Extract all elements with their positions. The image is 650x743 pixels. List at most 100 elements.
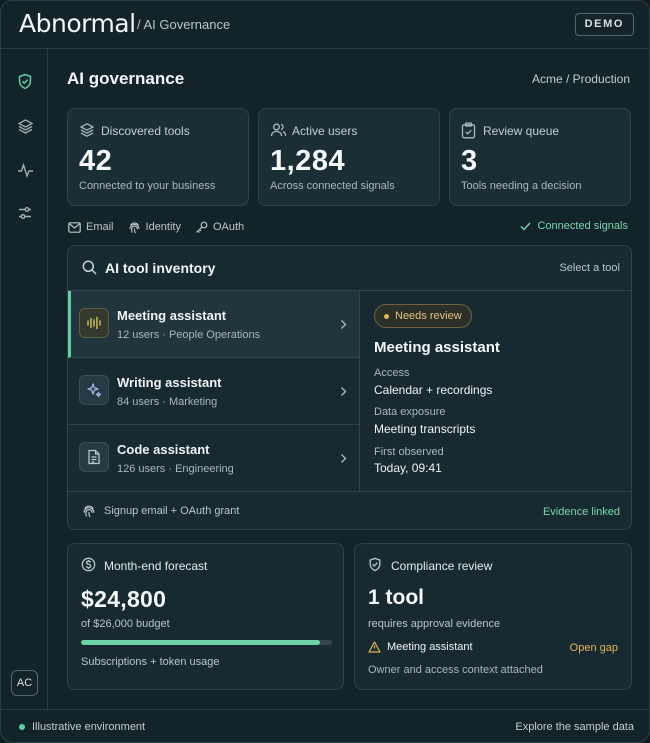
exposure-label: Data exposure (374, 406, 446, 418)
app-window: Abnormal / AI Governance DEMO AC AI gove… (0, 0, 650, 743)
signal-oauth: OAuth (195, 221, 244, 234)
evidence-source-label: Signup email + OAuth grant (104, 505, 240, 517)
budget-progress-fill (81, 640, 321, 645)
compliance-note: Owner and access context attached (368, 664, 543, 676)
stat-card-active-users[interactable]: Active users 1,284 Across connected sign… (258, 108, 440, 206)
needs-review-badge: Needs review (374, 304, 472, 328)
chevron-right-icon (340, 451, 347, 469)
tool-row-code-assistant[interactable]: Code assistant 126 users · Engineering (68, 425, 360, 492)
environment-label: Illustrative environment (32, 721, 146, 733)
breadcrumb: / AI Governance (137, 17, 231, 32)
ai-tool-inventory: AI tool inventory Select a tool Meeting … (67, 245, 632, 530)
stat-card-review-queue[interactable]: Review queue 3 Tools needing a decision (449, 108, 631, 206)
sidebar: AC (1, 49, 48, 709)
tool-meta: 84 users · Marketing (117, 396, 218, 408)
shield-icon[interactable] (14, 70, 36, 92)
clipboard-icon (461, 122, 476, 144)
explore-sample-data-link[interactable]: Explore the sample data (515, 721, 634, 733)
chevron-right-icon (340, 384, 347, 402)
observed-label: First observed (374, 446, 444, 458)
forecast-value: $24,800 (81, 586, 167, 612)
dollar-icon (81, 557, 96, 577)
observed-value: Today, 09:41 (374, 461, 442, 475)
users-icon (270, 122, 287, 143)
key-icon (196, 221, 208, 233)
stat-label: Review queue (483, 124, 560, 138)
signal-sources: Email Identity OAuth (68, 219, 258, 235)
stat-subtext: Connected to your business (79, 180, 216, 192)
tool-name: Code assistant (117, 442, 210, 457)
stat-value: 42 (79, 145, 113, 177)
layers-icon[interactable] (14, 115, 36, 137)
stat-value: 1,284 (270, 145, 346, 177)
status-label: Needs review (395, 310, 462, 322)
connected-signals-status[interactable]: Connected signals (520, 220, 628, 232)
inventory-footer: Signup email + OAuth grant Evidence link… (68, 491, 631, 529)
compliance-item-label: Meeting assistant (387, 641, 473, 653)
select-tool-hint: Select a tool (559, 262, 620, 274)
forecast-note: Subscriptions + token usage (81, 656, 220, 668)
signal-label: OAuth (212, 221, 245, 233)
waveform-icon (79, 308, 109, 338)
signal-email: Email (68, 221, 114, 233)
fingerprint-icon (83, 505, 95, 518)
evidence-source: Signup email + OAuth grant (82, 504, 239, 518)
top-bar: Abnormal / AI Governance DEMO (1, 1, 649, 49)
signal-identity: Identity (128, 221, 181, 234)
sparkle-icon (79, 375, 109, 405)
connected-label: Connected signals (537, 220, 628, 232)
environment-selector[interactable]: Acme / Production (532, 72, 630, 86)
access-label: Access (374, 367, 410, 379)
access-value: Calendar + recordings (374, 383, 493, 397)
compliance-value: 1 tool (368, 586, 424, 609)
tool-meta: 12 users · People Operations (117, 329, 261, 341)
tool-detail-panel: Needs review Meeting assistant Access Ca… (361, 291, 631, 491)
avatar[interactable]: AC (11, 670, 38, 696)
search-icon[interactable] (82, 260, 97, 280)
tool-name: Meeting assistant (117, 308, 227, 323)
signal-label: Email (86, 221, 114, 233)
tool-row-writing-assistant[interactable]: Writing assistant 84 users · Marketing (68, 358, 360, 425)
stat-subtext: Tools needing a decision (461, 180, 582, 192)
activity-icon[interactable] (14, 159, 36, 181)
stack-icon (79, 122, 95, 143)
signal-label: Identity (145, 221, 181, 233)
compliance-item[interactable]: Meeting assistant (368, 641, 473, 653)
open-gap-link[interactable]: Open gap (570, 642, 618, 654)
stat-card-discovered-tools[interactable]: Discovered tools 42 Connected to your bu… (67, 108, 249, 206)
status-dot (19, 724, 25, 730)
compliance-review-card[interactable]: Compliance review 1 tool requires approv… (354, 543, 632, 690)
stat-subtext: Across connected signals (270, 180, 395, 192)
inventory-title: AI tool inventory (105, 260, 216, 276)
detail-title: Meeting assistant (374, 339, 500, 356)
card-title: Compliance review (391, 559, 493, 573)
tool-name: Writing assistant (117, 375, 222, 390)
stat-value: 3 (461, 145, 478, 177)
status-dot (384, 313, 389, 319)
footer-bar: Illustrative environment Explore the sam… (1, 709, 649, 742)
budget-progress-bar (81, 640, 332, 645)
evidence-linked-link[interactable]: Evidence linked (543, 506, 620, 518)
stat-label: Active users (292, 124, 358, 138)
demo-badge: DEMO (574, 13, 634, 36)
warning-icon (368, 641, 381, 653)
month-end-forecast-card[interactable]: Month-end forecast $24,800 of $26,000 bu… (67, 543, 344, 690)
exposure-value: Meeting transcripts (374, 422, 476, 436)
card-title: Month-end forecast (104, 559, 208, 573)
fingerprint-icon (128, 222, 140, 234)
mail-icon (68, 221, 81, 233)
page-title: AI governance (67, 69, 185, 88)
chevron-right-icon (340, 317, 347, 335)
sliders-icon[interactable] (14, 202, 36, 224)
tool-row-meeting-assistant[interactable]: Meeting assistant 12 users · People Oper… (68, 291, 360, 358)
tool-meta: 126 users · Engineering (117, 463, 234, 475)
brand-logo[interactable]: Abnormal (19, 9, 136, 38)
check-icon (520, 222, 531, 231)
forecast-budget: of $26,000 budget (81, 618, 170, 630)
environment-status: Illustrative environment (19, 721, 145, 733)
compliance-subtext: requires approval evidence (368, 618, 501, 630)
document-icon (79, 442, 109, 472)
shield-check-icon (368, 557, 382, 577)
inventory-header: AI tool inventory Select a tool (68, 246, 631, 291)
stat-label: Discovered tools (101, 124, 190, 138)
